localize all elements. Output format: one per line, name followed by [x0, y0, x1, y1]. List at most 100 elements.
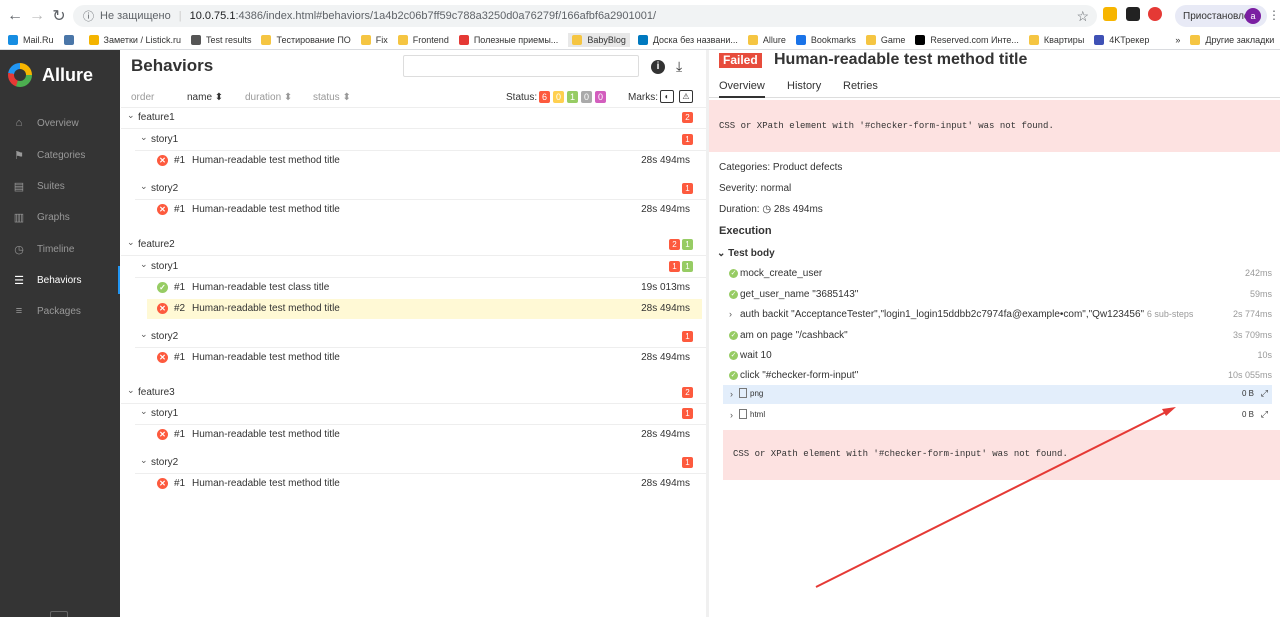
bookmark-item[interactable]: Квартиры: [1028, 35, 1086, 45]
info-icon[interactable]: i: [651, 60, 665, 74]
sort-duration[interactable]: duration ⬍: [245, 92, 292, 103]
test-case-row[interactable]: ✕ #1 Human-readable test method title 28s 4…: [147, 151, 702, 171]
bookmark-item[interactable]: Allure: [747, 35, 788, 45]
step-row[interactable]: ✓ mock_create_user 242ms: [709, 265, 1280, 283]
file-icon: [739, 409, 747, 419]
bookmark-item[interactable]: Полезные приемы...: [458, 35, 560, 45]
profile-button[interactable]: Приостановлена a: [1175, 5, 1267, 27]
test-case-duration: 28s 494ms: [641, 155, 690, 166]
bookmark-item[interactable]: Frontend: [397, 35, 451, 45]
other-bookmarks-folder[interactable]: Другие закладки: [1190, 35, 1276, 45]
extension-icon[interactable]: [1103, 7, 1117, 21]
bookmark-item[interactable]: Доска без названи...: [637, 35, 740, 45]
attachment-row[interactable]: › html 0 B ⤢: [723, 406, 1272, 425]
bookmark-star-icon[interactable]: ☆: [1076, 8, 1089, 25]
status-filter-badge[interactable]: 0: [553, 91, 564, 103]
sidebar-item-overview[interactable]: ⌂ Overview: [0, 109, 120, 137]
back-icon[interactable]: ←: [4, 5, 26, 27]
status-filter-badge[interactable]: 0: [595, 91, 606, 103]
bookmark-favicon-icon: [360, 35, 371, 45]
home-icon: ⌂: [15, 117, 23, 129]
bookmark-item[interactable]: Bookmarks: [795, 35, 858, 45]
bookmarks-more-button[interactable]: »: [1175, 35, 1182, 45]
step-duration: 242ms: [1244, 268, 1272, 278]
status-filter-badge[interactable]: 0: [581, 91, 592, 103]
sidebar-item-behaviors[interactable]: ☰ Behaviors: [0, 266, 120, 294]
story-group-row[interactable]: ⌄ story2 1: [121, 327, 706, 347]
feature-group-row[interactable]: ⌄ feature2 2 1: [121, 235, 706, 255]
step-duration: 59ms: [1249, 289, 1272, 299]
flaky-mark-toggle[interactable]: ◐: [660, 90, 674, 103]
expand-icon[interactable]: ⤢: [1261, 388, 1268, 399]
row-separator: [121, 128, 706, 129]
test-body-header[interactable]: ⌄ Test body: [717, 248, 775, 259]
allure-logo-icon: [8, 63, 32, 87]
bookmark-item[interactable]: Тестирование ПО: [261, 35, 352, 45]
step-row[interactable]: ✓ get_user_name "3685143" 59ms: [709, 286, 1280, 304]
tab-retries[interactable]: Retries: [843, 80, 878, 92]
bookmark-item[interactable]: BabyBlog: [568, 33, 630, 47]
bookmark-item[interactable]: Reserved.com Инте...: [915, 35, 1021, 45]
address-bar[interactable]: ⓘ Не защищено | 10.0.75.1:4386/index.htm…: [73, 5, 1097, 27]
bookmark-item[interactable]: Mail.Ru: [8, 35, 56, 45]
step-row[interactable]: ✓ am on page "/cashback" 3s 709ms: [709, 327, 1280, 345]
reload-icon[interactable]: ↻: [48, 5, 70, 27]
expand-icon[interactable]: ⤢: [1261, 409, 1268, 420]
behaviors-pane: Behaviors i ⤓ order name ⬍ duration ⬍ st…: [121, 50, 706, 617]
feature-group-row[interactable]: ⌄ feature3 2: [121, 383, 706, 403]
test-case-row[interactable]: ✕ #1 Human-readable test method title 28s 4…: [147, 425, 702, 445]
forward-icon[interactable]: →: [26, 5, 48, 27]
sort-name[interactable]: name ⬍: [187, 92, 223, 103]
new-failed-mark-toggle[interactable]: ⚠: [679, 90, 693, 103]
sidebar-item-timeline[interactable]: ◷ Timeline: [0, 235, 120, 263]
test-case-row[interactable]: ✓ #1 Human-readable test class title 19s 01…: [147, 278, 702, 298]
story-group-row[interactable]: ⌄ story2 1: [121, 453, 706, 473]
tab-history[interactable]: History: [787, 80, 821, 92]
story-group-row[interactable]: ⌄ story2 1: [121, 179, 706, 199]
attachment-row[interactable]: › png 0 B ⤢: [723, 385, 1272, 404]
sidebar-item-categories[interactable]: ⚑ Categories: [0, 141, 120, 169]
severity-text: Severity: normal: [719, 183, 792, 194]
search-input[interactable]: [403, 55, 639, 77]
chevron-down-icon: ⌄: [127, 110, 135, 120]
chevron-down-icon: ⌄: [127, 385, 135, 395]
test-case-row[interactable]: ✕ #1 Human-readable test method title 28s 4…: [147, 474, 702, 494]
extension-icon[interactable]: [1126, 7, 1140, 21]
step-group-row[interactable]: › auth backit "AcceptanceTester","login1_…: [709, 306, 1280, 324]
file-icon: [739, 388, 747, 398]
bookmark-item[interactable]: Game: [865, 35, 908, 45]
sidebar-item-suites[interactable]: ▤ Suites: [0, 172, 120, 200]
info-circle-icon[interactable]: ⓘ: [83, 8, 94, 24]
test-case-row[interactable]: ✕ #1 Human-readable test method title 28s 4…: [147, 200, 702, 220]
clock-icon: ◷: [762, 204, 772, 215]
bookmark-item[interactable]: Заметки / Listick.ru: [88, 35, 183, 45]
status-filter-badge[interactable]: 1: [567, 91, 578, 103]
story-group-row[interactable]: ⌄ story1 1: [121, 130, 706, 150]
sort-order[interactable]: order: [131, 92, 154, 103]
sidebar-item-packages[interactable]: ≡ Packages: [0, 297, 120, 325]
avatar: a: [1245, 8, 1261, 24]
step-row[interactable]: ✓ wait 10 10s: [709, 347, 1280, 365]
bookmark-item[interactable]: [63, 35, 81, 45]
story-group-row[interactable]: ⌄ story1 1 1: [121, 257, 706, 277]
step-row[interactable]: ✓ click "#checker-form-input" 10s 055ms: [709, 367, 1280, 385]
test-case-row[interactable]: ✕ #2 Human-readable test method title 28s 4…: [147, 299, 702, 319]
opera-extension-icon[interactable]: [1148, 7, 1162, 21]
feature-group-row[interactable]: ⌄ feature1 2: [121, 108, 706, 128]
menu-icon[interactable]: ⋮: [1268, 8, 1280, 22]
story-group-row[interactable]: ⌄ story1 1: [121, 404, 706, 424]
bookmark-item[interactable]: Test results: [190, 35, 254, 45]
bookmark-item[interactable]: Fix: [360, 35, 390, 45]
bookmark-item[interactable]: 4KТрекер: [1094, 35, 1151, 45]
status-filter-badge[interactable]: 6: [539, 91, 550, 103]
clock-icon: ◷: [14, 243, 24, 256]
download-icon[interactable]: ⤓: [676, 58, 682, 75]
collapse-icon[interactable]: [50, 611, 68, 617]
sort-status[interactable]: status ⬍: [313, 92, 351, 103]
test-case-row[interactable]: ✕ #1 Human-readable test method title 28s 4…: [147, 348, 702, 368]
bookmark-label: Заметки / Listick.ru: [103, 35, 181, 45]
detail-tabs: Overview History Retries: [709, 76, 1280, 98]
tab-overview[interactable]: Overview: [719, 80, 765, 98]
sidebar-item-graphs[interactable]: ▥ Graphs: [0, 203, 120, 231]
chevron-down-icon: ⌄: [140, 329, 148, 339]
